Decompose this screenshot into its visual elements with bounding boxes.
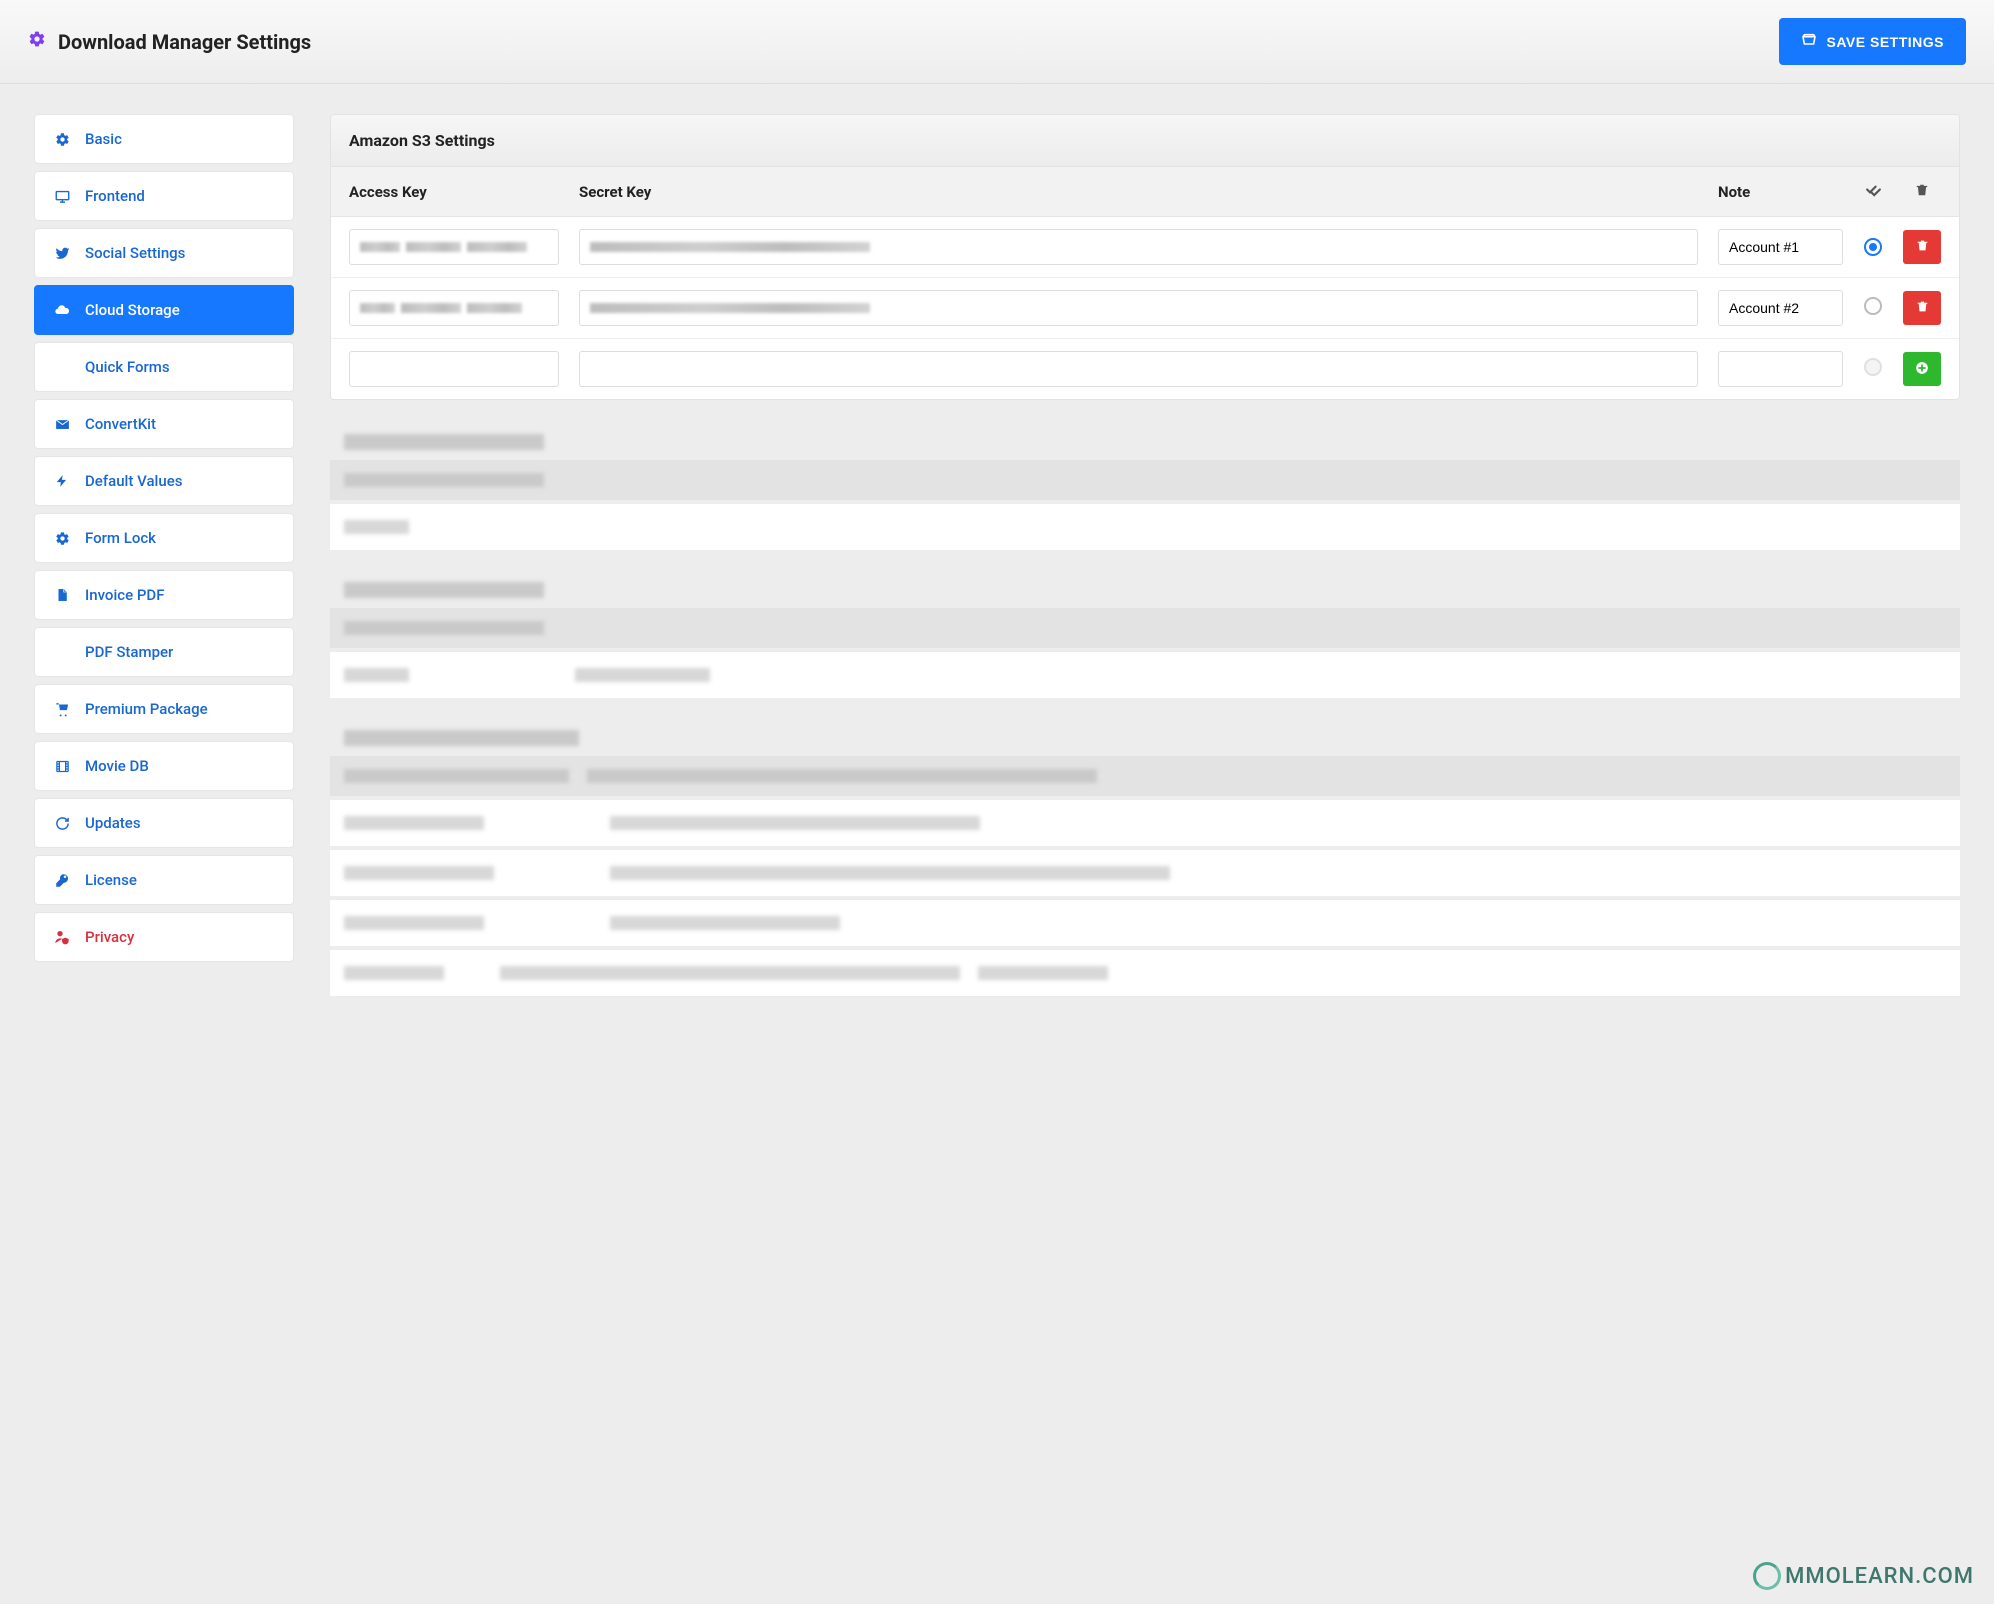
- sidebar-item-privacy[interactable]: Privacy: [34, 912, 294, 962]
- sidebar-item-label: Social Settings: [85, 244, 185, 262]
- account-row: [331, 217, 1959, 278]
- note-input[interactable]: [1718, 351, 1843, 387]
- sidebar-item-label: Invoice PDF: [85, 586, 164, 604]
- sidebar-item-label: PDF Stamper: [85, 643, 173, 661]
- sidebar-item-premium-package[interactable]: Premium Package: [34, 684, 294, 734]
- note-input[interactable]: [1718, 290, 1843, 326]
- default-account-radio-disabled: [1864, 358, 1882, 376]
- sidebar-item-label: Movie DB: [85, 757, 149, 775]
- default-account-radio[interactable]: [1864, 238, 1882, 256]
- header-title: Download Manager Settings: [28, 30, 311, 54]
- note-input[interactable]: [1718, 229, 1843, 265]
- table-header-row: Access Key Secret Key Note: [331, 167, 1959, 217]
- watermark-text: MMOLEARN.COM: [1785, 1564, 1974, 1589]
- sidebar-item-convertkit[interactable]: ConvertKit: [34, 399, 294, 449]
- watermark: MMOLEARN.COM: [1753, 1562, 1974, 1590]
- access-key-input[interactable]: [349, 290, 559, 326]
- plus-circle-icon: [1915, 361, 1929, 378]
- gear-icon: [53, 531, 71, 546]
- add-row-button[interactable]: [1903, 352, 1941, 386]
- bolt-icon: [53, 474, 71, 488]
- sidebar-item-default-values[interactable]: Default Values: [34, 456, 294, 506]
- col-secret-key: Secret Key: [579, 183, 1698, 201]
- user-shield-icon: [53, 929, 71, 945]
- save-settings-button[interactable]: SAVE SETTINGS: [1779, 18, 1966, 65]
- access-key-input[interactable]: [349, 229, 559, 265]
- default-account-radio[interactable]: [1864, 297, 1882, 315]
- sidebar-item-cloud-storage[interactable]: Cloud Storage: [34, 285, 294, 335]
- watermark-icon: [1753, 1562, 1781, 1590]
- sidebar-item-updates[interactable]: Updates: [34, 798, 294, 848]
- sidebar-item-label: Basic: [85, 130, 122, 148]
- sidebar-item-movie-db[interactable]: Movie DB: [34, 741, 294, 791]
- cart-icon: [53, 702, 71, 717]
- sidebar-item-label: Cloud Storage: [85, 301, 180, 319]
- secret-key-input[interactable]: [579, 229, 1698, 265]
- col-access-key: Access Key: [349, 183, 559, 201]
- page-title: Download Manager Settings: [58, 30, 311, 54]
- new-account-row: [331, 339, 1959, 399]
- main: Amazon S3 Settings Access Key Secret Key…: [330, 114, 1960, 1018]
- sidebar-item-label: Premium Package: [85, 700, 208, 718]
- sidebar-item-label: ConvertKit: [85, 415, 156, 433]
- refresh-icon: [53, 816, 71, 831]
- trash-icon: [1916, 300, 1929, 316]
- envelope-icon: [53, 417, 71, 432]
- twitter-icon: [53, 246, 71, 261]
- sidebar-item-label: Default Values: [85, 472, 182, 490]
- account-row: [331, 278, 1959, 339]
- sidebar-item-quick-forms[interactable]: • Quick Forms: [34, 342, 294, 392]
- sidebar-item-label: Form Lock: [85, 529, 156, 547]
- secret-key-input[interactable]: [579, 351, 1698, 387]
- file-pdf-icon: [53, 588, 71, 602]
- film-icon: [53, 759, 71, 774]
- sidebar-item-invoice-pdf[interactable]: Invoice PDF: [34, 570, 294, 620]
- sidebar: Basic Frontend Social Settings Cloud Sto…: [34, 114, 294, 1018]
- gear-icon: [53, 132, 71, 147]
- sidebar-item-label: Quick Forms: [85, 358, 170, 376]
- card-title: Amazon S3 Settings: [331, 115, 1959, 167]
- header: Download Manager Settings SAVE SETTINGS: [0, 0, 1994, 84]
- cloud-icon: [53, 302, 71, 318]
- sidebar-item-form-lock[interactable]: Form Lock: [34, 513, 294, 563]
- sidebar-item-license[interactable]: License: [34, 855, 294, 905]
- double-check-icon: [1863, 181, 1883, 202]
- sidebar-item-pdf-stamper[interactable]: • PDF Stamper: [34, 627, 294, 677]
- sidebar-item-frontend[interactable]: Frontend: [34, 171, 294, 221]
- sidebar-item-label: License: [85, 871, 137, 889]
- redacted-section: [330, 424, 1960, 996]
- sidebar-item-basic[interactable]: Basic: [34, 114, 294, 164]
- secret-key-input[interactable]: [579, 290, 1698, 326]
- sidebar-item-label: Updates: [85, 814, 141, 832]
- save-icon: [1801, 32, 1817, 51]
- sidebar-item-social[interactable]: Social Settings: [34, 228, 294, 278]
- sidebar-item-label: Frontend: [85, 187, 145, 205]
- trash-icon: [1916, 239, 1929, 255]
- sidebar-item-label: Privacy: [85, 928, 134, 946]
- access-key-input[interactable]: [349, 351, 559, 387]
- monitor-icon: [53, 189, 71, 204]
- delete-row-button[interactable]: [1903, 291, 1941, 325]
- gear-icon: [28, 30, 46, 53]
- settings-card: Amazon S3 Settings Access Key Secret Key…: [330, 114, 1960, 400]
- col-note: Note: [1718, 183, 1843, 201]
- save-button-label: SAVE SETTINGS: [1827, 34, 1944, 50]
- delete-row-button[interactable]: [1903, 230, 1941, 264]
- key-icon: [53, 873, 71, 888]
- trash-icon: [1903, 183, 1941, 201]
